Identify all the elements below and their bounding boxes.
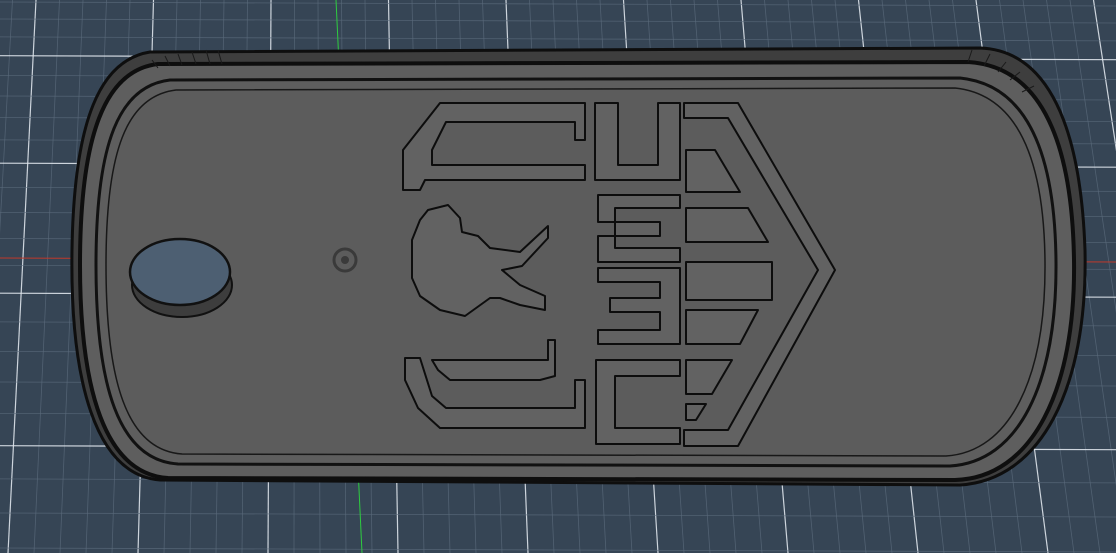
emblem-stripe-3 <box>685 261 773 301</box>
3d-viewport[interactable] <box>0 0 1116 553</box>
dog-tag-model[interactable] <box>70 46 1087 487</box>
keyring-hole-icon <box>128 237 233 318</box>
emblem-letter-e <box>597 267 681 345</box>
